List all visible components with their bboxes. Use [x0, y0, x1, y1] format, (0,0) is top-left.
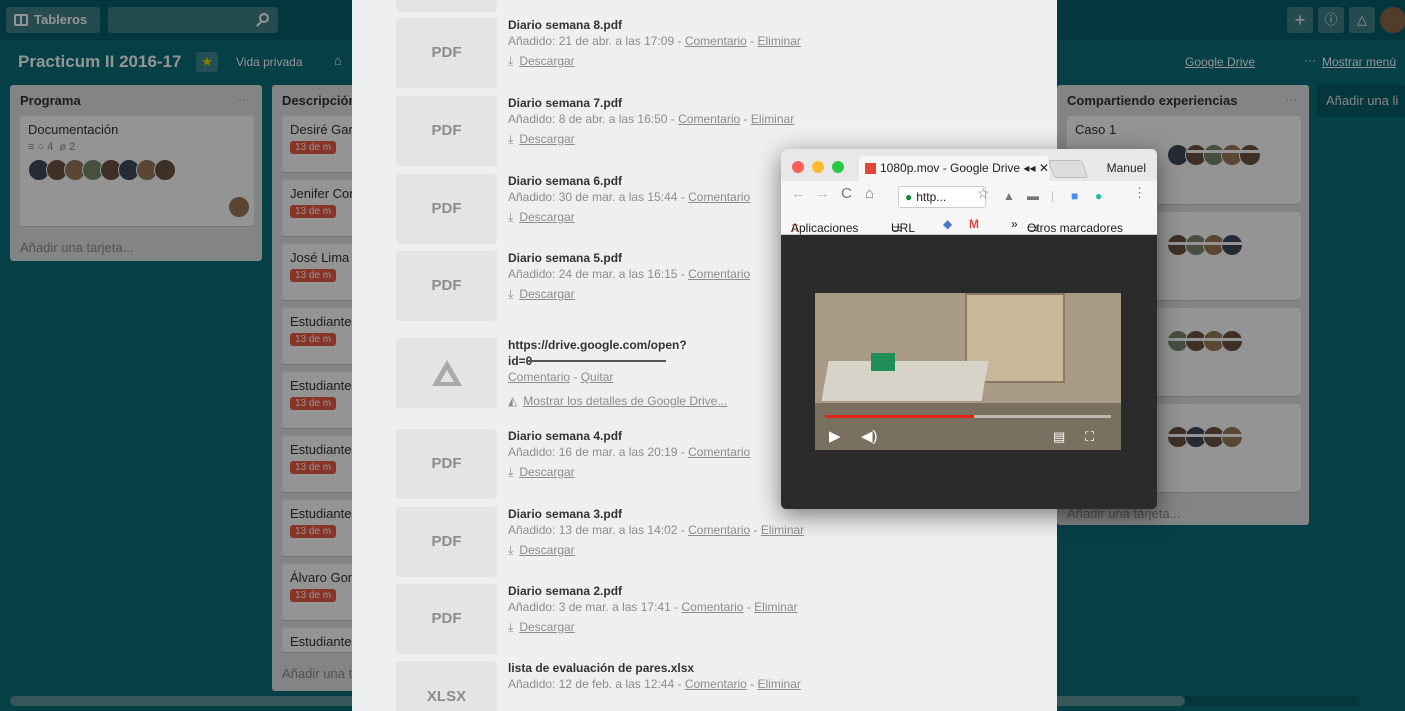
browser-tab[interactable]: 1080p.mov - Google Drive ◂◂ ✕ [859, 156, 1049, 181]
comment-link[interactable]: Comentario [685, 34, 747, 48]
home-icon[interactable]: ⌂ [865, 185, 874, 202]
comment-link[interactable]: Comentario [688, 445, 750, 459]
comment-link[interactable]: Comentario [688, 523, 750, 537]
extension-icon[interactable]: [ [1051, 189, 1054, 203]
inbox-icon[interactable]: ◆ [943, 217, 952, 231]
download-link[interactable]: ⤓ Descargar [508, 543, 575, 558]
address-bar[interactable]: ● http... [898, 186, 986, 208]
maximize-window-button[interactable] [832, 161, 844, 173]
attachment-item: PDF Diario semana 2.pdf Añadido: 3 de ma… [396, 584, 1016, 656]
attachment-name[interactable]: Diario semana 4.pdf [508, 429, 622, 443]
download-link[interactable]: ⤓ Descargar [508, 54, 575, 69]
video-file-icon [865, 163, 876, 175]
captions-icon[interactable]: ▤ [1053, 429, 1065, 445]
grammarly-icon[interactable]: ● [1095, 189, 1102, 203]
drive-thumbnail[interactable] [396, 338, 497, 408]
audio-icon[interactable]: ◂◂ [1023, 161, 1035, 175]
attachment-item: PDF Diario semana 3.pdf Añadido: 13 de m… [396, 507, 1016, 579]
comment-link[interactable]: Comentario [678, 112, 740, 126]
delete-link[interactable]: Eliminar [758, 677, 801, 691]
forward-icon[interactable]: → [815, 185, 830, 202]
fullscreen-icon[interactable]: ⛶ [1085, 429, 1094, 445]
comment-link[interactable]: Comentario [685, 677, 747, 691]
extension-icon[interactable]: ▲ [1003, 189, 1015, 203]
attachment-thumbnail[interactable]: XLSX [396, 661, 497, 711]
download-icon: ⤓ [508, 132, 514, 146]
video-progress-fill [825, 415, 974, 418]
attachment-thumbnail[interactable]: PDF [396, 174, 497, 244]
comment-link[interactable]: Comentario [508, 370, 570, 384]
delete-link[interactable]: Eliminar [751, 112, 794, 126]
download-icon: ⤓ [508, 210, 514, 224]
google-drive-icon: ◭ [508, 394, 518, 408]
delete-link[interactable]: Eliminar [754, 600, 797, 614]
download-link[interactable]: ⤓ Descargar [508, 132, 575, 147]
reload-icon[interactable]: C [841, 185, 852, 202]
comment-link[interactable]: Comentario [688, 190, 750, 204]
comment-link[interactable]: Comentario [681, 600, 743, 614]
attachment-name[interactable]: Diario semana 8.pdf [508, 18, 622, 32]
attachment-name[interactable]: lista de evaluación de pares.xlsx [508, 661, 694, 675]
download-icon: ⤓ [508, 465, 514, 479]
attachment-item: XLSX lista de evaluación de pares.xlsx A… [396, 661, 1016, 711]
download-icon: ⤓ [508, 54, 514, 68]
back-icon[interactable]: ← [791, 185, 806, 202]
bookmarks-overflow[interactable]: » [1011, 217, 1018, 231]
download-icon: ⤓ [508, 287, 514, 301]
remove-link[interactable]: Quitar [581, 370, 614, 384]
attachment-item: PDF Diario semana 8.pdf Añadido: 21 de a… [396, 18, 1016, 90]
download-link[interactable]: ⤓ Descargar [508, 465, 575, 480]
extension-icon[interactable]: ▬ [1027, 189, 1039, 203]
play-icon[interactable]: ▶ [829, 427, 841, 445]
attachment-thumbnail[interactable]: PDF [396, 429, 497, 499]
redaction-line [526, 360, 666, 362]
attachment-name[interactable]: Diario semana 6.pdf [508, 174, 622, 188]
attachment-name[interactable]: Diario semana 5.pdf [508, 251, 622, 265]
chrome-menu-icon[interactable]: ⋮ [1133, 185, 1146, 201]
comment-link[interactable]: Comentario [688, 267, 750, 281]
attachment-thumbnail[interactable]: PDF [396, 18, 497, 88]
attachment-thumbnail[interactable]: PDF [396, 96, 497, 166]
drive-details-link[interactable]: ◭ Mostrar los detalles de Google Drive... [508, 394, 727, 408]
chrome-toolbar: ← → C ⌂ ● http... ☆ ▲ ▬ [ ■ ● ⋮ [781, 181, 1157, 213]
attachment-name[interactable]: Diario semana 7.pdf [508, 96, 622, 110]
download-link[interactable]: ⤓ Descargar [508, 620, 575, 635]
attachment-name[interactable]: Diario semana 3.pdf [508, 507, 622, 521]
attachment-thumbnail[interactable]: PDF [396, 251, 497, 321]
bookmark-star-icon[interactable]: ☆ [977, 185, 990, 202]
video-progress-bar[interactable] [825, 415, 1111, 418]
video-player[interactable]: ▶ ◀) ▤ ⛶ [815, 293, 1121, 450]
download-icon: ⤓ [508, 543, 514, 557]
video-controls: ▶ ◀) ▤ ⛶ [815, 423, 1121, 450]
minimize-window-button[interactable] [812, 161, 824, 173]
new-tab-button[interactable] [1047, 160, 1089, 178]
delete-link[interactable]: Eliminar [758, 34, 801, 48]
volume-icon[interactable]: ◀) [861, 427, 878, 445]
download-icon: ⤓ [508, 620, 514, 634]
download-link[interactable]: ⤓ Descargar [508, 287, 575, 302]
google-drive-icon [431, 360, 462, 386]
lock-icon: ● [905, 190, 913, 204]
attachment-url[interactable]: https://drive.google.com/open? [508, 338, 687, 352]
chrome-popup-window: 1080p.mov - Google Drive ◂◂ ✕ Manuel ← →… [781, 149, 1157, 509]
download-link[interactable]: ⤓ Descargar [508, 210, 575, 225]
attachment-thumbnail[interactable]: PDF [396, 584, 497, 654]
attachment-thumbnail[interactable]: PDF [396, 507, 497, 577]
bookmarks-bar: ⁝⁝ Aplicaciones ▭ URL ◆ M » ▭ Otros marc… [781, 213, 1157, 235]
extension-icon[interactable]: ■ [1071, 189, 1078, 203]
delete-link[interactable]: Eliminar [761, 523, 804, 537]
close-tab-icon[interactable]: ✕ [1039, 161, 1049, 175]
profile-button[interactable]: Manuel [1107, 161, 1146, 175]
close-window-button[interactable] [792, 161, 804, 173]
attachment-name[interactable]: Diario semana 2.pdf [508, 584, 622, 598]
gmail-icon[interactable]: M [969, 217, 979, 231]
